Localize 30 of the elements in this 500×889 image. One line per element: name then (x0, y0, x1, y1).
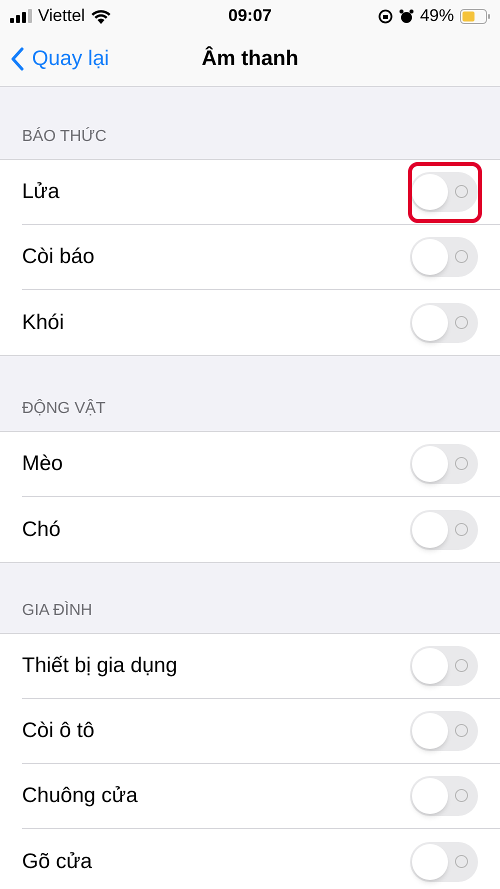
wifi-icon (90, 8, 111, 24)
row-label: Chó (22, 516, 62, 543)
row-label: Còi ô tô (22, 718, 96, 744)
toggle-switch[interactable] (410, 302, 478, 342)
section-header: BÁO THỨC (22, 126, 106, 147)
row-label: Khói (22, 310, 66, 336)
battery-percent: 49% (420, 5, 454, 28)
row-label: Thiết bị gia dụng (22, 653, 178, 680)
section-header: ĐỘNG VẬT (22, 398, 106, 419)
row-label: Mèo (22, 451, 64, 478)
signal-icon (10, 9, 32, 23)
toggle-switch[interactable] (410, 842, 478, 882)
toggle-switch[interactable] (410, 444, 478, 484)
back-button[interactable]: Quay lại (10, 43, 110, 75)
toggle-switch[interactable] (410, 237, 478, 277)
row-label: Còi báo (22, 244, 96, 270)
row-label: Chuông cửa (22, 783, 139, 810)
battery-icon (460, 8, 490, 24)
row-label: Lửa (22, 179, 60, 206)
toggle-switch[interactable] (410, 172, 478, 212)
screen-title: Âm thanh (202, 45, 298, 72)
carrier-name: Viettel (38, 5, 85, 28)
toggle-switch[interactable] (410, 776, 478, 816)
toggle-switch[interactable] (410, 646, 478, 686)
toggle-switch[interactable] (410, 711, 478, 751)
clock-time: 09:07 (228, 6, 272, 26)
chevron-left-icon (10, 47, 24, 71)
toggle-switch[interactable] (410, 510, 478, 550)
section-header: GIA ĐÌNH (22, 600, 92, 621)
row-label: Gõ cửa (22, 848, 94, 875)
